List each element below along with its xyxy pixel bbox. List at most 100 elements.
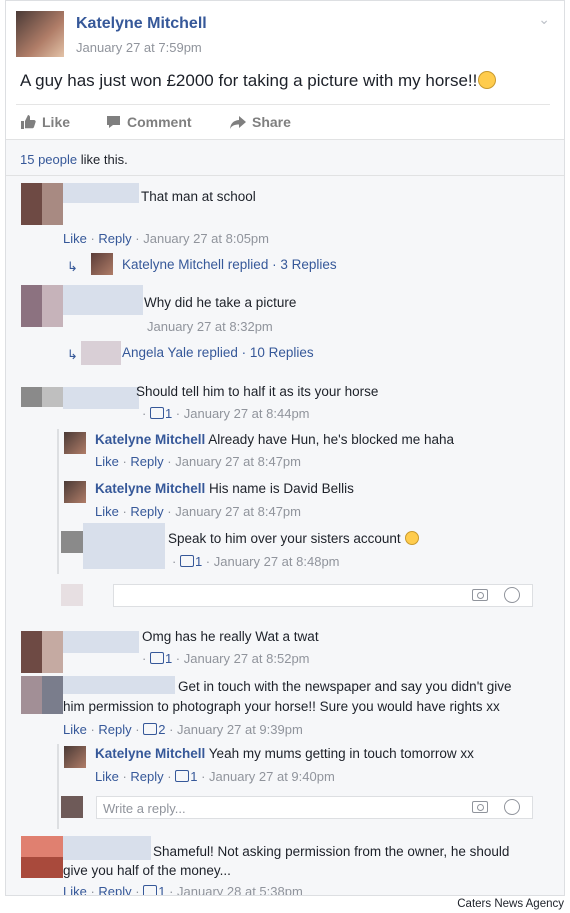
reply-time[interactable]: January 27 at 8:47pm bbox=[175, 454, 301, 469]
reply-like-link[interactable]: Like bbox=[95, 504, 119, 519]
like-thumb-icon bbox=[149, 407, 164, 419]
comment-reply-link[interactable]: Reply bbox=[98, 231, 131, 246]
like-button[interactable]: Like bbox=[20, 111, 106, 133]
comment-time[interactable]: January 27 at 8:32pm bbox=[147, 319, 273, 334]
comment-time[interactable]: January 27 at 9:39pm bbox=[177, 722, 303, 737]
reply-input[interactable] bbox=[113, 584, 533, 607]
reply-meta: Like · Reply · January 27 at 8:47pm bbox=[95, 454, 301, 469]
reply-arrow-icon: ↳ bbox=[67, 347, 78, 362]
view-replies-link[interactable]: Katelyne Mitchell replied · 3 Replies bbox=[122, 257, 337, 272]
like-thumb-icon bbox=[175, 770, 190, 782]
redacted-name bbox=[63, 183, 139, 203]
camera-icon[interactable] bbox=[472, 801, 488, 813]
reply-time[interactable]: January 27 at 9:40pm bbox=[209, 769, 335, 784]
photo-credit: Caters News Agency bbox=[457, 898, 564, 910]
reply-time[interactable]: January 27 at 8:48pm bbox=[214, 554, 340, 569]
comment-meta: Like · Reply · 2 · January 27 at 9:39pm bbox=[63, 722, 303, 737]
like-thumb-icon bbox=[149, 652, 164, 664]
commenter-avatar[interactable] bbox=[21, 631, 63, 673]
camera-icon[interactable] bbox=[472, 589, 488, 601]
chevron-down-icon[interactable]: ⌄ bbox=[538, 11, 550, 28]
comment-text-line2: give you half of the money... bbox=[63, 863, 231, 878]
reply-arrow-icon: ↳ bbox=[67, 259, 78, 274]
comment-reply-link[interactable]: Reply bbox=[98, 884, 131, 895]
redacted-name bbox=[63, 387, 139, 409]
like-count[interactable]: 1 bbox=[195, 554, 202, 569]
reply-avatar[interactable] bbox=[64, 432, 86, 454]
share-button[interactable]: Share bbox=[230, 111, 291, 133]
reply-reply-link[interactable]: Reply bbox=[130, 504, 163, 519]
like-count[interactable]: 1 bbox=[158, 884, 165, 895]
reply-like-link[interactable]: Like bbox=[95, 454, 119, 469]
comment-like-link[interactable]: Like bbox=[63, 722, 87, 737]
reply-avatar[interactable] bbox=[64, 481, 86, 503]
reply-reply-link[interactable]: Reply bbox=[130, 769, 163, 784]
comment-time[interactable]: January 27 at 8:05pm bbox=[143, 231, 269, 246]
comment-meta: Like · Reply · 1 · January 28 at 5:38pm bbox=[63, 884, 303, 895]
redacted-name bbox=[83, 523, 165, 569]
comment-icon bbox=[107, 116, 120, 128]
divider bbox=[6, 139, 564, 140]
post-author-name[interactable]: Katelyne Mitchell bbox=[76, 15, 207, 33]
comment-time[interactable]: January 27 at 8:44pm bbox=[184, 406, 310, 421]
reply-avatar[interactable] bbox=[61, 531, 83, 553]
reply-avatar[interactable] bbox=[64, 746, 86, 768]
redacted-name bbox=[63, 285, 143, 315]
share-icon bbox=[230, 115, 246, 129]
comment-meta: · 1 · January 27 at 8:52pm bbox=[142, 651, 310, 666]
comment-meta: Like · Reply · January 27 at 8:05pm bbox=[63, 231, 269, 246]
reply-meta: · 1 · January 27 at 8:48pm bbox=[172, 554, 340, 569]
likes-suffix: like this. bbox=[77, 152, 128, 167]
reply-meta: Like · Reply · 1 · January 27 at 9:40pm bbox=[95, 769, 335, 784]
thread-line bbox=[57, 744, 59, 829]
comment-like-link[interactable]: Like bbox=[63, 231, 87, 246]
commenter-avatar[interactable] bbox=[21, 183, 63, 225]
commenter-avatar[interactable] bbox=[21, 676, 63, 714]
reply-author[interactable]: Katelyne Mitchell bbox=[95, 432, 205, 447]
view-replies-link[interactable]: Angela Yale replied · 10 Replies bbox=[122, 345, 314, 360]
reply-time[interactable]: January 27 at 8:47pm bbox=[175, 504, 301, 519]
commenter-avatar[interactable] bbox=[21, 285, 63, 327]
smile-emoji-icon bbox=[405, 531, 420, 545]
divider bbox=[6, 175, 564, 176]
commenter-avatar[interactable] bbox=[21, 387, 63, 407]
reply-text: Katelyne Mitchell His name is David Bell… bbox=[95, 481, 354, 496]
author-avatar[interactable] bbox=[16, 11, 64, 57]
commenter-avatar[interactable] bbox=[21, 836, 63, 878]
reply-text: Speak to him over your sisters account bbox=[168, 531, 420, 546]
likes-count-link[interactable]: 15 people bbox=[20, 152, 77, 167]
replier-avatar bbox=[81, 341, 121, 365]
comment-meta: · 1 · January 27 at 8:44pm bbox=[142, 406, 310, 421]
reply-text: Katelyne Mitchell Already have Hun, he's… bbox=[95, 432, 455, 447]
my-avatar bbox=[61, 796, 83, 818]
reply-author[interactable]: Katelyne Mitchell bbox=[95, 481, 205, 496]
comment-reply-link[interactable]: Reply bbox=[98, 722, 131, 737]
like-count[interactable]: 1 bbox=[190, 769, 197, 784]
post-text: A guy has just won £2000 for taking a pi… bbox=[20, 71, 497, 91]
comments-section: 15 people like this. That man at school … bbox=[6, 139, 564, 895]
reply-meta: Like · Reply · January 27 at 8:47pm bbox=[95, 504, 301, 519]
post-timestamp[interactable]: January 27 at 7:59pm bbox=[76, 40, 202, 55]
emoji-icon[interactable] bbox=[504, 587, 520, 603]
write-reply-input[interactable]: Write a reply... bbox=[96, 796, 533, 819]
like-count[interactable]: 1 bbox=[165, 406, 172, 421]
redacted-name bbox=[63, 836, 151, 860]
reply-placeholder: Write a reply... bbox=[103, 801, 186, 816]
reply-reply-link[interactable]: Reply bbox=[130, 454, 163, 469]
comment-button[interactable]: Comment bbox=[106, 111, 230, 133]
comment-text-line1: Get in touch with the newspaper and say … bbox=[178, 679, 512, 694]
comment-text: That man at school bbox=[141, 189, 256, 204]
comment-time[interactable]: January 27 at 8:52pm bbox=[184, 651, 310, 666]
grimace-emoji-icon bbox=[478, 71, 497, 89]
comment-like-link[interactable]: Like bbox=[63, 884, 87, 895]
comment-time[interactable]: January 28 at 5:38pm bbox=[177, 884, 303, 895]
redacted-name bbox=[63, 676, 175, 694]
thumbs-up-icon bbox=[21, 115, 36, 129]
comment-text: Should tell him to half it as its your h… bbox=[136, 384, 379, 399]
emoji-icon[interactable] bbox=[504, 799, 520, 815]
reply-like-link[interactable]: Like bbox=[95, 769, 119, 784]
like-count[interactable]: 1 bbox=[165, 651, 172, 666]
reply-author[interactable]: Katelyne Mitchell bbox=[95, 746, 205, 761]
redacted-name bbox=[63, 631, 139, 653]
like-count[interactable]: 2 bbox=[158, 722, 165, 737]
